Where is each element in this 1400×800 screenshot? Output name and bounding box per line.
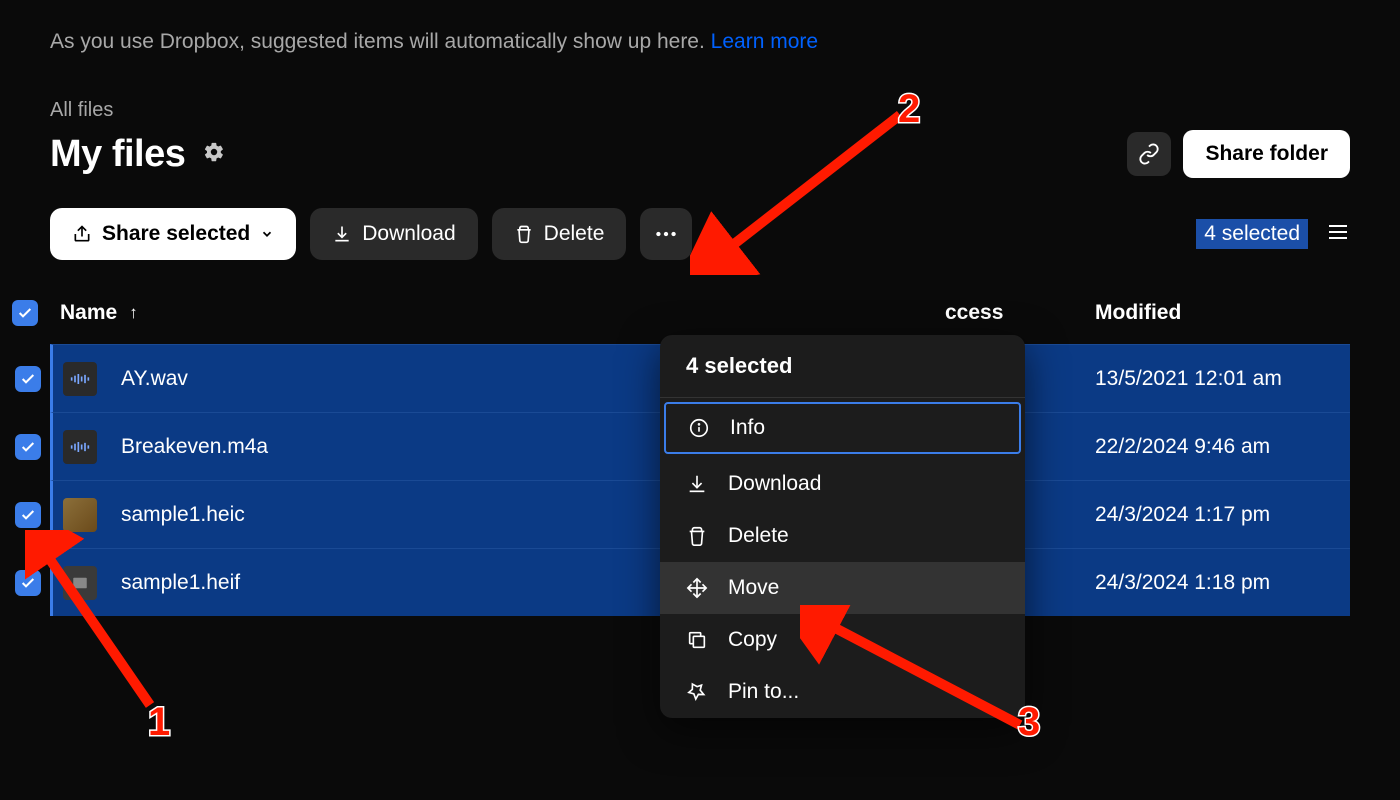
trash-icon: [514, 224, 534, 244]
file-name: sample1.heif: [121, 571, 240, 595]
annotation-number-2: 2: [898, 87, 920, 132]
file-modified: 24/3/2024 1:18 pm: [1095, 571, 1350, 595]
trash-icon: [686, 525, 708, 547]
share-folder-button[interactable]: Share folder: [1183, 130, 1350, 178]
file-type-icon: [63, 362, 97, 396]
file-type-icon: [63, 498, 97, 532]
view-toggle-button[interactable]: [1326, 220, 1350, 249]
ellipsis-icon: [653, 221, 679, 247]
info-icon: [688, 417, 710, 439]
row-checkbox[interactable]: [15, 366, 41, 392]
breadcrumb[interactable]: All files: [50, 99, 1350, 122]
column-header-access[interactable]: ccess: [945, 301, 1095, 325]
file-modified: 22/2/2024 9:46 am: [1095, 435, 1350, 459]
menu-item-download[interactable]: Download: [660, 458, 1025, 510]
menu-item-move[interactable]: Move: [660, 562, 1025, 614]
context-menu-header: 4 selected: [660, 335, 1025, 398]
row-checkbox[interactable]: [15, 502, 41, 528]
download-icon: [686, 473, 708, 495]
link-icon-button[interactable]: [1127, 132, 1171, 176]
file-type-icon: [63, 566, 97, 600]
gear-icon[interactable]: [203, 141, 225, 168]
select-all-checkbox[interactable]: [12, 300, 38, 326]
more-options-button[interactable]: [640, 208, 692, 260]
share-selected-button[interactable]: Share selected: [50, 208, 296, 260]
selection-count-badge: 4 selected: [1196, 219, 1308, 249]
row-checkbox[interactable]: [15, 570, 41, 596]
copy-icon: [686, 629, 708, 651]
learn-more-link[interactable]: Learn more: [711, 30, 818, 53]
context-menu: 4 selected Info Download Delete Move Cop…: [660, 335, 1025, 718]
sort-arrow-up-icon: ↑: [129, 303, 138, 323]
hint-text: As you use Dropbox, suggested items will…: [50, 30, 711, 53]
download-icon: [332, 224, 352, 244]
file-name: AY.wav: [121, 367, 188, 391]
download-label: Download: [362, 222, 455, 246]
file-name: Breakeven.m4a: [121, 435, 268, 459]
annotation-number-3: 3: [1018, 700, 1040, 745]
menu-item-info[interactable]: Info: [664, 402, 1021, 454]
row-checkbox[interactable]: [15, 434, 41, 460]
delete-button[interactable]: Delete: [492, 208, 627, 260]
download-button[interactable]: Download: [310, 208, 477, 260]
menu-item-copy[interactable]: Copy: [660, 614, 1025, 666]
suggestion-hint: As you use Dropbox, suggested items will…: [50, 30, 1350, 54]
menu-item-delete[interactable]: Delete: [660, 510, 1025, 562]
file-modified: 13/5/2021 12:01 am: [1095, 367, 1350, 391]
chevron-down-icon: [260, 227, 274, 241]
delete-label: Delete: [544, 222, 605, 246]
column-header-modified[interactable]: Modified: [1095, 301, 1350, 325]
menu-item-pin[interactable]: Pin to...: [660, 666, 1025, 718]
page-title: My files: [50, 133, 185, 176]
share-selected-label: Share selected: [102, 222, 250, 246]
file-type-icon: [63, 430, 97, 464]
file-modified: 24/3/2024 1:17 pm: [1095, 503, 1350, 527]
column-header-name[interactable]: Name ↑: [60, 301, 945, 325]
annotation-number-1: 1: [148, 700, 170, 745]
move-icon: [686, 577, 708, 599]
pin-icon: [686, 681, 708, 703]
file-name: sample1.heic: [121, 503, 245, 527]
